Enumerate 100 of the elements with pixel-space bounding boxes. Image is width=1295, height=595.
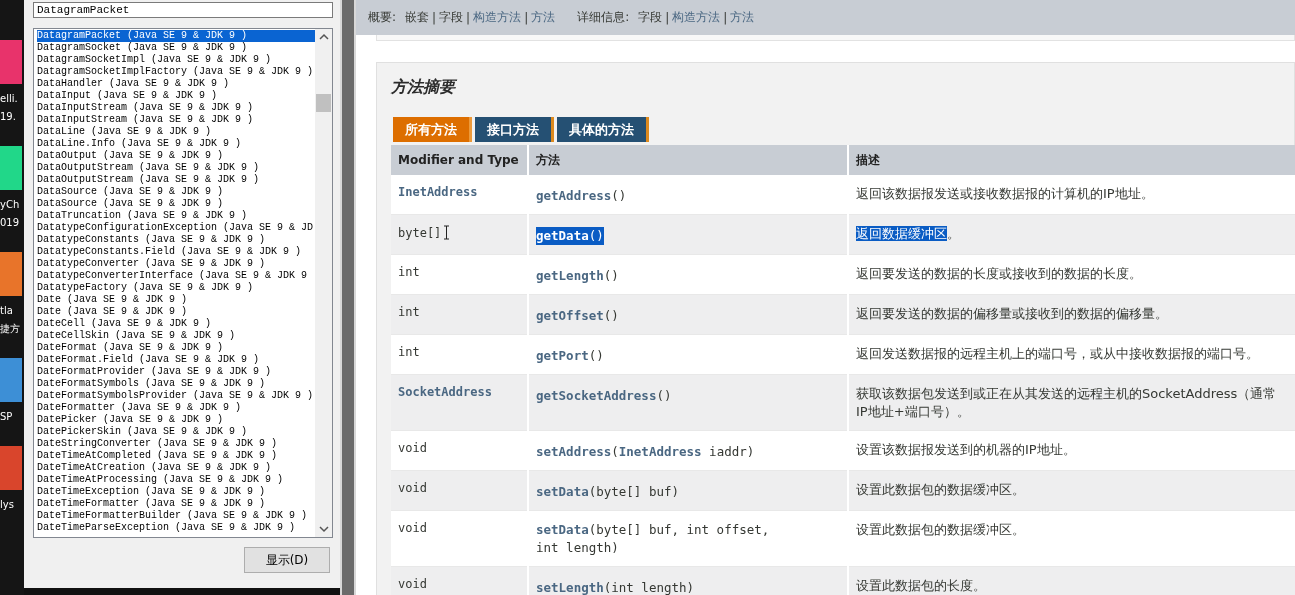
index-list-item[interactable]: DatatypeConverterInterface (Java SE 9 & JDK 9	[37, 270, 308, 282]
method-signature[interactable]: getPort()	[536, 347, 604, 365]
index-list-item[interactable]: DatagramSocketImpl (Java SE 9 & JDK 9 )	[37, 54, 272, 66]
index-list-item[interactable]: DataInputStream (Java SE 9 & JDK 9 )	[37, 102, 254, 114]
method-signature[interactable]: getOffset()	[536, 307, 619, 325]
method-description: 返回发送数据报的远程主机上的端口号，或从中接收数据报的端口号。	[856, 346, 1259, 361]
type-text: int	[398, 345, 420, 359]
index-list-item[interactable]: DataInput (Java SE 9 & JDK 9 )	[37, 90, 218, 102]
method-tab[interactable]: 接口方法	[475, 117, 554, 142]
subnav-text: 字段	[638, 9, 663, 26]
separator: |	[665, 10, 670, 25]
method-description: 。	[947, 226, 960, 241]
index-list-item[interactable]: DateFormatSymbolsProvider (Java SE 9 & JDK 9 )	[37, 390, 314, 402]
index-list-item[interactable]: DataOutputStream (Java SE 9 & JDK 9 )	[37, 174, 260, 186]
index-list-item[interactable]: DatePicker (Java SE 9 & JDK 9 )	[37, 414, 224, 426]
index-list-item[interactable]: DateTimeAtCreation (Java SE 9 & JDK 9 )	[37, 462, 272, 474]
index-list-item[interactable]: DataOutput (Java SE 9 & JDK 9 )	[37, 150, 224, 162]
app-icon[interactable]	[0, 146, 22, 190]
method-signature[interactable]: getLength()	[536, 267, 619, 285]
column-header: Modifier and Type	[391, 145, 528, 175]
method-signature[interactable]: getSocketAddress()	[536, 387, 672, 405]
index-list-item[interactable]: DataSource (Java SE 9 & JDK 9 )	[37, 186, 224, 198]
index-list-item[interactable]: DatagramSocketImplFactory (Java SE 9 & JDK 9 )	[37, 66, 314, 78]
app-icon[interactable]	[0, 252, 22, 296]
method-description: 设置此数据包的长度。	[856, 578, 986, 593]
index-list-item[interactable]: DatagramPacket (Java SE 9 & JDK 9 )	[37, 30, 315, 42]
method-description: 返回数据缓冲区	[856, 226, 947, 241]
index-list-item[interactable]: DateStringConverter (Java SE 9 & JDK 9 )	[37, 438, 278, 450]
separator: |	[524, 10, 529, 25]
separator: |	[466, 10, 471, 25]
section-title: 方法摘要	[391, 77, 458, 97]
display-button[interactable]: 显示(D)	[244, 547, 330, 573]
index-list-item[interactable]: DatatypeConverter (Java SE 9 & JDK 9 )	[37, 258, 266, 270]
index-list-item[interactable]: DataLine.Info (Java SE 9 & JDK 9 )	[37, 138, 242, 150]
subnav-link[interactable]: 方法	[531, 9, 556, 26]
app-icon[interactable]	[0, 40, 22, 84]
desktop-icon-label: yCh	[0, 198, 20, 212]
index-list-item[interactable]: DateTimeFormatterBuilder (Java SE 9 & JDK 9 )	[37, 510, 308, 522]
method-description: 设置此数据包的数据缓冲区。	[856, 522, 1025, 537]
method-signature[interactable]: getAddress()	[536, 187, 627, 205]
index-list-item[interactable]: DateCell (Java SE 9 & JDK 9 )	[37, 318, 212, 330]
type-text: void	[398, 441, 427, 455]
desktop-icon-label: elli.	[0, 92, 18, 106]
scroll-down-icon[interactable]	[318, 526, 329, 533]
method-signature[interactable]: setData(byte[] buf)	[536, 483, 679, 501]
subnav-link[interactable]: 构造方法	[473, 9, 522, 26]
subnav-label: 概要:	[368, 9, 397, 26]
index-list-item[interactable]: DataInputStream (Java SE 9 & JDK 9 )	[37, 114, 254, 126]
scrollbar[interactable]	[315, 29, 332, 537]
index-list-item[interactable]: DatePickerSkin (Java SE 9 & JDK 9 )	[37, 426, 248, 438]
desktop-icon-label: 19.	[0, 110, 16, 124]
index-list-item[interactable]: DataHandler (Java SE 9 & JDK 9 )	[37, 78, 230, 90]
index-list-item[interactable]: DatatypeConfigurationException (Java SE 9 & JD	[37, 222, 314, 234]
index-list-item[interactable]: DatatypeConstants.Field (Java SE 9 & JDK 9 )	[37, 246, 302, 258]
method-tab[interactable]: 具体的方法	[557, 117, 649, 142]
desktop-icon-label: SP	[0, 410, 13, 424]
index-list-item[interactable]: Date (Java SE 9 & JDK 9 )	[37, 294, 188, 306]
index-list-item[interactable]: DateFormatter (Java SE 9 & JDK 9 )	[37, 402, 242, 414]
separator: |	[432, 10, 437, 25]
index-list-item[interactable]: DateTimeException (Java SE 9 & JDK 9 )	[37, 486, 266, 498]
separator: |	[723, 10, 728, 25]
index-list-item[interactable]: DateFormatSymbols (Java SE 9 & JDK 9 )	[37, 378, 266, 390]
app-icon[interactable]	[0, 446, 22, 490]
method-signature[interactable]: getData()	[536, 227, 604, 245]
index-list-item[interactable]: DateFormatProvider (Java SE 9 & JDK 9 )	[37, 366, 272, 378]
index-list-item[interactable]: DateCellSkin (Java SE 9 & JDK 9 )	[37, 330, 236, 342]
desktop-icon-label: lys	[0, 498, 14, 512]
index-list-item[interactable]: DatagramSocket (Java SE 9 & JDK 9 )	[37, 42, 248, 54]
app-icon[interactable]	[0, 358, 22, 402]
index-list-item[interactable]: DateFormat (Java SE 9 & JDK 9 )	[37, 342, 224, 354]
type-text: void	[398, 521, 427, 535]
index-list-item[interactable]: Date (Java SE 9 & JDK 9 )	[37, 306, 188, 318]
scroll-thumb[interactable]	[316, 94, 331, 112]
type-text: byte[]	[398, 225, 442, 240]
index-list-item[interactable]: DateFormat.Field (Java SE 9 & JDK 9 )	[37, 354, 260, 366]
index-list-item[interactable]: DateTimeParseException (Java SE 9 & JDK 9 )	[37, 522, 296, 534]
type-link[interactable]: SocketAddress	[398, 385, 492, 399]
index-list-item[interactable]: DateTimeAtProcessing (Java SE 9 & JDK 9 )	[37, 474, 284, 486]
subnav-link[interactable]: 方法	[730, 9, 755, 26]
index-list-item[interactable]: DatatypeConstants (Java SE 9 & JDK 9 )	[37, 234, 266, 246]
subnav-link[interactable]: 构造方法	[672, 9, 721, 26]
type-text: int	[398, 305, 420, 319]
index-list-item[interactable]: DateTimeFormatter (Java SE 9 & JDK 9 )	[37, 498, 266, 510]
index-list-item[interactable]: DateTimeAtCompleted (Java SE 9 & JDK 9 )	[37, 450, 278, 462]
subnav-label: 详细信息:	[577, 9, 630, 26]
scroll-up-icon[interactable]	[318, 33, 329, 40]
index-list-item[interactable]: DatatypeFactory (Java SE 9 & JDK 9 )	[37, 282, 254, 294]
index-search-field[interactable]: DatagramPacket	[33, 2, 333, 18]
index-list-item[interactable]: DataOutputStream (Java SE 9 & JDK 9 )	[37, 162, 260, 174]
splitter[interactable]	[340, 0, 356, 595]
index-list-item[interactable]: DataTruncation (Java SE 9 & JDK 9 )	[37, 210, 248, 222]
subnav-text: 字段	[439, 9, 464, 26]
method-description: 返回要发送的数据的长度或接收到的数据的长度。	[856, 266, 1142, 281]
method-description: IP地址+端口号）。	[856, 404, 970, 419]
desktop-icon-label: 捷方	[0, 322, 20, 336]
index-list-item[interactable]: DataSource (Java SE 9 & JDK 9 )	[37, 198, 224, 210]
type-text: void	[398, 481, 427, 495]
method-description: 获取该数据包发送到或正在从其发送的远程主机的SocketAddress（通常	[856, 386, 1277, 401]
index-list-item[interactable]: DataLine (Java SE 9 & JDK 9 )	[37, 126, 212, 138]
type-text: void	[398, 577, 427, 591]
